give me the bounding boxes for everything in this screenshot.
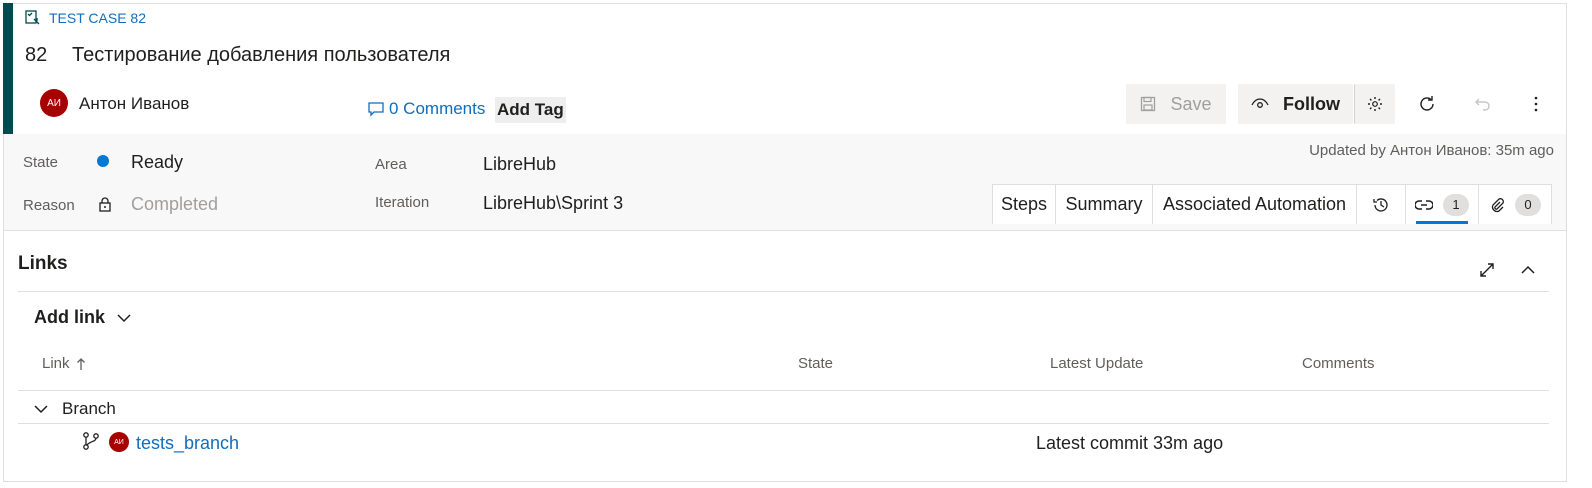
table-header-divider bbox=[18, 390, 1549, 391]
reason-label: Reason bbox=[23, 197, 75, 214]
history-icon bbox=[1372, 196, 1390, 214]
comments-link[interactable]: 0 Comments bbox=[367, 99, 485, 119]
paperclip-icon bbox=[1489, 196, 1505, 214]
follow-button[interactable]: Follow bbox=[1238, 84, 1353, 124]
tab-steps[interactable]: Steps bbox=[992, 184, 1056, 224]
branch-icon bbox=[82, 431, 100, 451]
add-link-button[interactable]: Add link bbox=[34, 307, 131, 328]
state-indicator bbox=[97, 155, 109, 167]
work-item-form bbox=[3, 3, 1567, 482]
tab-associated-automation[interactable]: Associated Automation bbox=[1152, 184, 1357, 224]
group-divider bbox=[18, 423, 1549, 424]
add-tag-button[interactable]: Add Tag bbox=[495, 97, 566, 123]
work-item-type-label: TEST CASE 82 bbox=[49, 10, 147, 26]
iteration-value[interactable]: LibreHub\Sprint 3 bbox=[483, 193, 623, 214]
updated-by-text[interactable]: Updated by Антон Иванов: 35m ago bbox=[1309, 142, 1554, 159]
collapse-section-icon[interactable] bbox=[1520, 263, 1536, 277]
work-item-title[interactable]: Тестирование добавления пользователя bbox=[72, 44, 972, 67]
chevron-down-icon bbox=[117, 313, 131, 323]
test-case-icon bbox=[25, 10, 41, 26]
tab-attachments[interactable]: 0 bbox=[1478, 184, 1552, 224]
links-count-badge: 1 bbox=[1443, 193, 1469, 216]
column-header-state[interactable]: State bbox=[798, 355, 833, 372]
save-label: Save bbox=[1170, 93, 1212, 114]
tab-links[interactable]: 1 bbox=[1405, 184, 1479, 224]
comment-icon bbox=[367, 100, 385, 118]
comments-label: 0 Comments bbox=[389, 99, 486, 118]
iteration-label: Iteration bbox=[375, 194, 430, 211]
work-item-type: TEST CASE 82 bbox=[25, 10, 146, 26]
follow-settings-button[interactable] bbox=[1354, 84, 1395, 124]
active-tab-indicator bbox=[1416, 221, 1468, 224]
eye-icon bbox=[1251, 97, 1269, 111]
area-label: Area bbox=[375, 156, 407, 173]
attachments-count-badge: 0 bbox=[1515, 193, 1541, 216]
column-header-latest-update[interactable]: Latest Update bbox=[1050, 355, 1143, 372]
link-icon bbox=[1415, 199, 1433, 211]
add-link-label: Add link bbox=[34, 307, 105, 327]
row-latest-update: Latest commit 33m ago bbox=[1036, 433, 1224, 453]
reason-value: Completed bbox=[131, 194, 219, 214]
tab-history[interactable] bbox=[1356, 184, 1406, 224]
group-label: Branch bbox=[62, 399, 116, 418]
column-header-link[interactable]: Link bbox=[42, 355, 86, 372]
row-avatar: АИ bbox=[109, 432, 129, 452]
linked-branch-name[interactable]: tests_branch bbox=[136, 433, 239, 454]
links-section-title: Links bbox=[18, 253, 68, 274]
assignee-name[interactable]: Антон Иванов bbox=[79, 94, 189, 114]
links-header-divider bbox=[18, 291, 1549, 292]
state-label: State bbox=[23, 154, 59, 171]
more-actions-icon[interactable] bbox=[1528, 94, 1544, 114]
expand-icon[interactable] bbox=[1478, 261, 1496, 279]
column-header-link-label: Link bbox=[42, 355, 70, 372]
gear-icon bbox=[1367, 96, 1383, 112]
follow-label: Follow bbox=[1283, 93, 1340, 114]
save-icon bbox=[1140, 96, 1156, 112]
group-row-branch[interactable]: Branch bbox=[34, 399, 116, 419]
fields-divider bbox=[4, 230, 1566, 231]
chevron-down-icon bbox=[34, 404, 48, 414]
area-value[interactable]: LibreHub bbox=[483, 154, 556, 175]
work-item-type-accent bbox=[3, 3, 13, 134]
column-header-comments[interactable]: Comments bbox=[1302, 355, 1375, 372]
undo-icon[interactable] bbox=[1473, 94, 1493, 114]
sort-ascending-icon bbox=[76, 357, 86, 371]
lock-icon bbox=[98, 196, 112, 212]
state-value[interactable]: Ready bbox=[131, 152, 183, 173]
refresh-icon[interactable] bbox=[1417, 94, 1437, 114]
tab-summary[interactable]: Summary bbox=[1055, 184, 1153, 224]
assignee-avatar: АИ bbox=[40, 89, 68, 117]
save-button[interactable]: Save bbox=[1126, 84, 1226, 124]
work-item-id: 82 bbox=[25, 44, 48, 66]
